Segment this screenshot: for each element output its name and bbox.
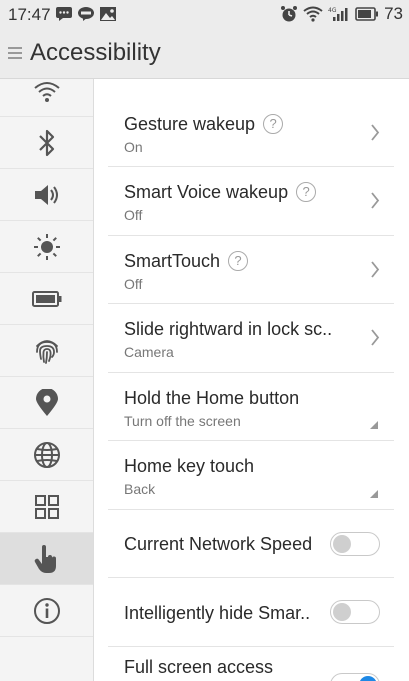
settings-list: Gesture wakeup? On Smart Voice wakeup? O… bbox=[94, 79, 409, 681]
svg-text:4G: 4G bbox=[328, 7, 337, 14]
sidebar-item-apps[interactable] bbox=[0, 481, 93, 533]
fingerprint-icon bbox=[35, 339, 58, 364]
setting-hold-home-button[interactable]: Hold the Home button Turn off the screen bbox=[108, 373, 394, 441]
toggle-knob bbox=[333, 535, 351, 553]
setting-gesture-wakeup[interactable]: Gesture wakeup? On bbox=[108, 99, 394, 167]
setting-value: Back bbox=[124, 481, 156, 497]
sidebar-item-about[interactable] bbox=[0, 585, 93, 637]
system-icons: 4G 73 bbox=[280, 4, 403, 24]
toggle-knob bbox=[359, 676, 377, 681]
wifi-icon bbox=[33, 81, 60, 102]
setting-value: Turn off the screen bbox=[124, 413, 241, 429]
setting-value: Off bbox=[124, 276, 143, 292]
battery-icon bbox=[31, 290, 61, 307]
status-time: 17:47 bbox=[8, 5, 51, 24]
brightness-icon bbox=[33, 233, 60, 260]
battery-level: 73 bbox=[384, 4, 403, 23]
sidebar-item-wifi[interactable] bbox=[0, 79, 93, 117]
sidebar-item-location[interactable] bbox=[0, 377, 93, 429]
setting-title: Intelligently hide Smar.. bbox=[124, 603, 311, 623]
intelligently-hide-toggle[interactable] bbox=[330, 600, 380, 624]
sidebar-item-language[interactable] bbox=[0, 429, 93, 481]
location-icon bbox=[35, 388, 58, 416]
dropdown-arrow-icon bbox=[370, 421, 378, 429]
wifi-icon bbox=[303, 6, 323, 22]
setting-smart-voice-wakeup[interactable]: Smart Voice wakeup? Off bbox=[108, 167, 394, 236]
setting-slide-rightward[interactable]: Slide rightward in lock sc.. Camera bbox=[108, 304, 394, 373]
sidebar-item-sound[interactable] bbox=[0, 169, 93, 221]
page-title: Accessibility bbox=[30, 39, 161, 66]
setting-value: On bbox=[124, 139, 143, 155]
chevron-right-icon bbox=[371, 192, 380, 209]
setting-intelligently-hide: Intelligently hide Smar.. bbox=[108, 578, 394, 647]
message-icon bbox=[56, 7, 72, 21]
settings-sidebar bbox=[0, 79, 94, 681]
chevron-right-icon bbox=[371, 261, 380, 278]
hand-pointer-icon bbox=[34, 544, 56, 573]
sidebar-item-accessibility[interactable] bbox=[0, 533, 93, 585]
setting-full-screen-access: Full screen access bbox=[108, 647, 394, 681]
setting-title: Slide rightward in lock sc.. bbox=[124, 319, 333, 339]
info-icon bbox=[33, 597, 60, 624]
menu-icon[interactable] bbox=[8, 46, 22, 60]
network-speed-toggle[interactable] bbox=[330, 532, 380, 556]
setting-home-key-touch[interactable]: Home key touch Back bbox=[108, 441, 394, 510]
app-header: Accessibility bbox=[0, 28, 409, 79]
sidebar-item-fingerprint[interactable] bbox=[0, 325, 93, 377]
setting-title: Full screen access bbox=[124, 657, 274, 677]
help-icon[interactable]: ? bbox=[228, 251, 249, 271]
setting-smarttouch[interactable]: SmartTouch? Off bbox=[108, 236, 394, 304]
sidebar-item-bluetooth[interactable] bbox=[0, 117, 93, 169]
chevron-right-icon bbox=[371, 124, 380, 141]
setting-value: Camera bbox=[124, 344, 174, 360]
signal-4g-icon: 4G bbox=[328, 7, 348, 21]
alarm-icon bbox=[281, 6, 298, 22]
line-icon bbox=[78, 7, 94, 21]
notification-icons bbox=[55, 6, 117, 22]
globe-icon bbox=[33, 441, 60, 468]
sound-icon bbox=[34, 184, 58, 205]
help-icon[interactable]: ? bbox=[263, 114, 284, 134]
dropdown-arrow-icon bbox=[370, 490, 378, 498]
chevron-right-icon bbox=[371, 329, 380, 346]
setting-title: Home key touch bbox=[124, 456, 255, 476]
setting-title: Current Network Speed bbox=[124, 534, 313, 554]
setting-current-network-speed: Current Network Speed bbox=[108, 510, 394, 578]
sidebar-item-battery[interactable] bbox=[0, 273, 93, 325]
bluetooth-icon bbox=[38, 129, 54, 156]
battery-icon bbox=[355, 7, 379, 21]
image-icon bbox=[100, 7, 116, 21]
setting-value: Off bbox=[124, 207, 143, 223]
setting-title: Smart Voice wakeup? bbox=[124, 182, 317, 203]
apps-grid-icon bbox=[34, 494, 59, 519]
setting-title: Gesture wakeup? bbox=[124, 114, 284, 135]
setting-title: Hold the Home button bbox=[124, 388, 300, 408]
full-screen-access-toggle[interactable] bbox=[330, 673, 380, 681]
setting-title: SmartTouch? bbox=[124, 251, 249, 272]
toggle-knob bbox=[333, 603, 351, 621]
status-bar: 17:47 4G 73 bbox=[0, 0, 409, 28]
help-icon[interactable]: ? bbox=[296, 182, 317, 202]
sidebar-item-brightness[interactable] bbox=[0, 221, 93, 273]
